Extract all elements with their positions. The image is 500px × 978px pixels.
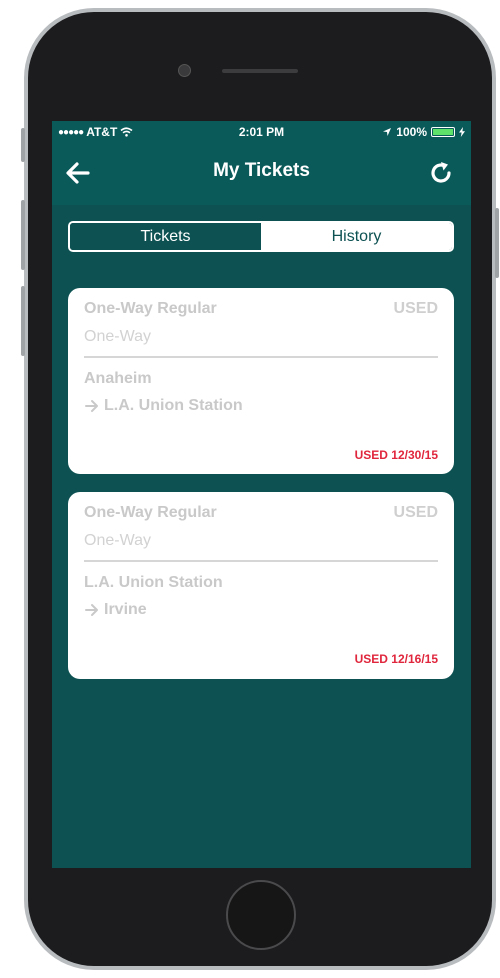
ticket-card[interactable]: One-Way Regular USED One-Way L.A. Union …	[68, 492, 454, 679]
tab-tickets[interactable]: Tickets	[70, 223, 261, 250]
ticket-subtype: One-Way	[84, 328, 151, 345]
ticket-destination-row: Irvine	[84, 601, 147, 619]
refresh-button[interactable]	[427, 159, 457, 189]
battery-icon	[431, 127, 455, 137]
ticket-card[interactable]: One-Way Regular USED One-Way Anaheim L.A…	[68, 288, 454, 474]
ticket-type: One-Way Regular	[84, 300, 217, 317]
charging-icon	[459, 127, 465, 137]
ticket-used-date: USED 12/30/15	[354, 448, 438, 462]
location-icon	[383, 128, 392, 136]
refresh-icon	[431, 162, 451, 183]
ticket-destination: L.A. Union Station	[104, 397, 243, 414]
home-button[interactable]	[226, 880, 296, 950]
ticket-destination-row: L.A. Union Station	[84, 397, 243, 415]
power-button	[495, 208, 499, 278]
ticket-origin: Anaheim	[84, 370, 152, 387]
battery-percentage: 100%	[396, 125, 427, 139]
ticket-status: USED	[393, 504, 438, 521]
ticket-type: One-Way Regular	[84, 504, 217, 521]
ticket-used-date: USED 12/16/15	[354, 652, 438, 666]
navigation-bar: My Tickets	[52, 143, 471, 205]
ticket-destination: Irvine	[104, 601, 147, 618]
right-arrow-icon	[85, 604, 98, 616]
ticket-divider	[84, 560, 438, 562]
earpiece-speaker	[222, 69, 298, 73]
tab-history[interactable]: History	[261, 223, 452, 250]
page-title: My Tickets	[213, 160, 310, 181]
volume-down-button	[21, 286, 25, 356]
ticket-status: USED	[393, 300, 438, 317]
mute-switch	[21, 128, 25, 162]
ticket-subtype: One-Way	[84, 532, 151, 549]
volume-up-button	[21, 200, 25, 270]
tickets-history-segmented-control: Tickets History	[68, 221, 454, 252]
app-screen: ●●●●● AT&T 2:01 PM 100% My Tickets Ticke…	[52, 121, 471, 868]
status-bar: ●●●●● AT&T 2:01 PM 100%	[52, 121, 471, 143]
right-arrow-icon	[85, 400, 98, 412]
ticket-divider	[84, 356, 438, 358]
front-camera	[178, 64, 191, 77]
ticket-origin: L.A. Union Station	[84, 574, 223, 591]
